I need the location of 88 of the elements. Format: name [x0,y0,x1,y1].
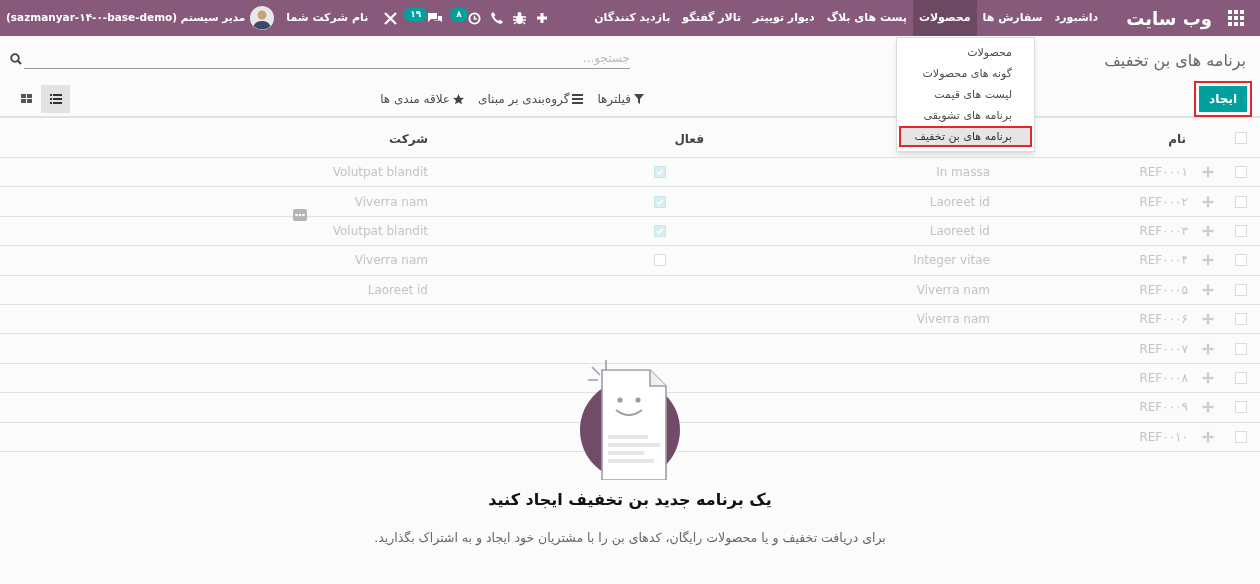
table-cell: Laoreet id [929,223,990,238]
empty-state-text: برای دریافت تخفیف و یا محصولات رایگان، کدهای بن را با مشتریان خود ایجاد و به اشتراک بگذارید. [374,529,886,548]
table-cell: REF۰۰۰۱ [1139,165,1188,180]
table-cell: REF۰۰۰۴ [1139,253,1188,268]
row-checkbox[interactable] [1235,401,1247,414]
filter-dropdown-button[interactable]: علاقه مندی ها [380,90,464,108]
dropdown-item[interactable]: لیست های قیمت [901,86,1030,103]
star-icon [453,93,464,105]
drag-handle-icon[interactable] [1202,166,1214,179]
table-cell: REF۰۰۱۰ [1139,429,1188,444]
active-checkbox[interactable] [654,195,666,208]
drag-handle-icon[interactable] [1202,342,1214,355]
list-view-icon [49,94,62,104]
row-checkbox[interactable] [1235,342,1247,355]
table-cell: Viverra nam [916,282,990,297]
column-header: نام [1168,131,1186,146]
plus-icon[interactable] [535,12,548,24]
menu-lines-icon [572,94,584,104]
column-header: شرکت [389,131,428,146]
table-cell: Viverra nam [916,312,990,327]
clock-icon[interactable] [467,11,481,25]
drag-handle-icon[interactable] [1202,401,1214,414]
table-cell: Laoreet id [367,282,428,297]
dropdown-item[interactable]: برنامه های بن تخفیف [901,128,1030,145]
phone-icon[interactable] [490,12,503,24]
avatar-icon[interactable] [250,6,275,30]
dropdown-item[interactable]: محصولات [901,44,1030,61]
brand-title: وب سایت [1126,6,1212,32]
list-view-button[interactable] [41,85,70,113]
column-header: فعال [674,131,704,146]
select-all-checkbox[interactable] [1235,131,1247,144]
menu-item[interactable]: محصولات [912,0,977,36]
filter-dropdown-button[interactable]: فیلترها [597,90,644,108]
menu-item[interactable]: داشبورد [1048,0,1105,36]
dropdown-item[interactable]: برنامه های تشویقی [901,107,1030,124]
table-cell: REF۰۰۰۹ [1139,400,1188,415]
menu-item[interactable]: دیوار توییتر [747,0,821,36]
table-cell: REF۰۰۰۸ [1139,370,1188,385]
table-cell: REF۰۰۰۶ [1139,312,1188,327]
table-cell: In massa [936,165,990,180]
filter-dropdown-button[interactable]: گروه‌بندی بر مبنای [478,90,584,108]
table-cell: REF۰۰۰۲ [1139,194,1188,209]
notification-badge: ۱۹ [404,6,428,22]
active-checkbox[interactable] [654,254,666,267]
table-cell: REF۰۰۰۳ [1139,223,1188,238]
table-cell: Laoreet id [929,194,990,209]
menu-item[interactable]: تالار گفتگو [676,0,748,36]
grid-view-icon [21,94,32,104]
menu-item[interactable]: بازدید کنندگان [588,0,677,36]
row-checkbox[interactable] [1235,283,1247,296]
row-checkbox[interactable] [1235,430,1247,443]
table-cell: REF۰۰۰۵ [1139,282,1188,297]
drag-handle-icon[interactable] [1202,254,1214,267]
active-checkbox[interactable] [654,224,666,237]
drag-handle-icon[interactable] [1202,283,1214,296]
bug-icon[interactable] [512,11,526,25]
row-checkbox[interactable] [1235,224,1247,237]
row-checkbox[interactable] [1235,195,1247,208]
row-checkbox[interactable] [1235,371,1247,384]
drag-handle-icon[interactable] [1202,195,1214,208]
drag-handle-icon[interactable] [1202,430,1214,443]
table-cell: Viverra nam [354,194,428,209]
menu-item[interactable]: پست های بلاگ [820,0,913,36]
chat-icon[interactable] [427,11,444,25]
breadcrumb-title: برنامه های بن تخفیف [1104,50,1246,73]
table-cell: Viverra nam [354,253,428,268]
search-field[interactable]: جستجو... [24,48,630,69]
row-checkbox[interactable] [1235,254,1247,267]
filter-icon [633,94,644,104]
search-icon [10,52,22,65]
empty-state-title: یک برنامه جدید بن تخفیف ایجاد کنید [488,489,772,511]
notification-badge: ۸ [450,6,468,22]
company-name[interactable]: نام شرکت شما [286,9,369,27]
drag-handle-icon[interactable] [1202,224,1214,237]
user-name[interactable]: مدیر سیستم (sazmanyar-۱۴-۰-base-demo) [6,10,246,26]
active-checkbox[interactable] [654,166,666,179]
app-menu-icon[interactable] [1228,10,1244,26]
dropdown-item[interactable]: گونه های محصولات [901,65,1030,82]
menu-item[interactable]: سفارش ها [976,0,1049,36]
table-cell: Integer vitae [913,253,990,268]
row-checkbox[interactable] [1235,166,1247,179]
table-cell: Volutpat blandit [332,165,428,180]
row-checkbox[interactable] [1235,313,1247,326]
table-cell: REF۰۰۰۷ [1139,341,1188,356]
drag-handle-icon[interactable] [1202,313,1214,326]
drag-handle-icon[interactable] [1202,371,1214,384]
more-options-icon[interactable] [293,209,307,221]
table-cell: Volutpat blandit [332,223,428,238]
